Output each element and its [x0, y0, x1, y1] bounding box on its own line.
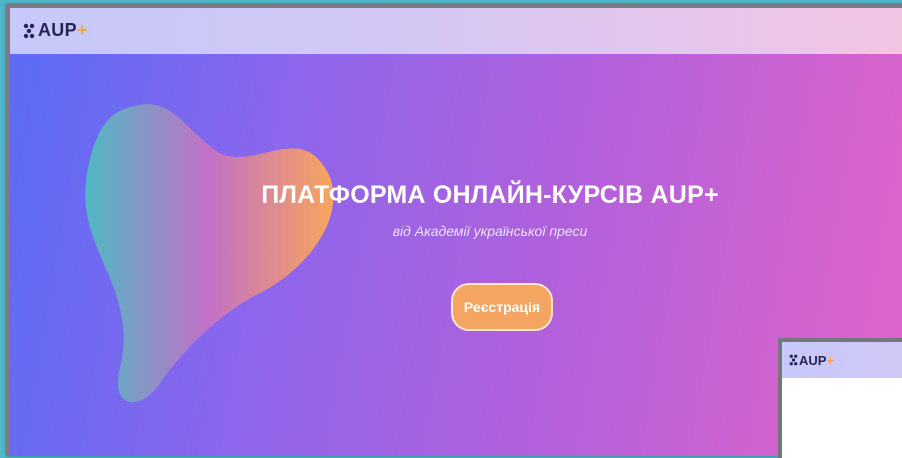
- preview-logo-text: AUP: [799, 352, 827, 368]
- hexagon-cluster-icon: [789, 354, 798, 366]
- preview-navbar: AUP +: [782, 342, 902, 378]
- hero-title: ПЛАТФОРМА ОНЛАЙН-КУРСІВ AUP+: [261, 181, 719, 209]
- preview-logo-plus: +: [826, 352, 835, 368]
- preview-window-frame: AUP +: [778, 338, 902, 458]
- preview-window: AUP +: [782, 342, 902, 458]
- register-button[interactable]: Реєстрація: [451, 283, 553, 331]
- hero-subtitle: від Академії української преси: [392, 223, 588, 239]
- browser-frame: AUP + ПЛАТФОРМА ОНЛАЙН-КУРСІВ AUP+ від Ак…: [6, 4, 902, 456]
- preview-logo[interactable]: AUP +: [788, 353, 834, 368]
- page-window: AUP + ПЛАТФОРМА ОНЛАЙН-КУРСІВ AUP+ від Ак…: [10, 8, 902, 456]
- decorative-blob: [85, 104, 334, 403]
